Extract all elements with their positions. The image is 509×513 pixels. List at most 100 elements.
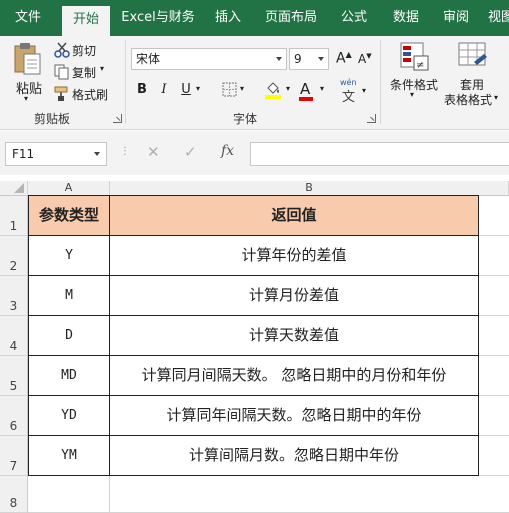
copy-button[interactable]: 复制 ▾	[52, 62, 112, 82]
borders-button[interactable]: ▾	[220, 82, 248, 100]
tab-file[interactable]: 文件	[4, 0, 52, 36]
table-cell-code[interactable]: D	[28, 316, 110, 356]
font-name-value: 宋体	[136, 52, 161, 66]
format-painter-button[interactable]: 格式刷	[52, 84, 112, 104]
fill-bucket-icon	[265, 82, 281, 99]
row-header-1[interactable]: 1	[0, 196, 28, 236]
shrink-font-button[interactable]: A▼	[358, 52, 372, 66]
chevron-down-icon: ▾	[410, 90, 415, 99]
paste-label: 粘贴	[16, 82, 43, 97]
clipboard-dialog-launcher-icon[interactable]	[113, 114, 122, 123]
conditional-format-button[interactable]: ≠ 条件格式 ▾	[386, 40, 444, 106]
table-cell-code[interactable]: YM	[28, 436, 110, 476]
font-color-swatch	[299, 97, 313, 101]
enter-icon[interactable]: ✓	[184, 143, 197, 161]
font-color-button[interactable]: A ▾	[298, 80, 328, 102]
name-box[interactable]: F11	[5, 142, 107, 166]
font-dialog-launcher-icon[interactable]	[367, 114, 376, 123]
underline-button[interactable]: U	[178, 80, 194, 100]
cell-empty[interactable]	[110, 476, 509, 513]
select-all-corner[interactable]	[0, 181, 28, 196]
select-all-icon	[14, 183, 24, 193]
font-size-dropdown[interactable]: 9	[289, 48, 329, 70]
tab-home[interactable]: 开始	[62, 6, 110, 36]
row-header-5[interactable]: 5	[0, 356, 28, 396]
cell-empty[interactable]	[479, 316, 509, 356]
font-size-value: 9	[294, 52, 302, 66]
chevron-down-icon: ▾	[362, 86, 367, 95]
column-header-b[interactable]: B	[110, 181, 509, 196]
italic-button[interactable]: I	[156, 80, 172, 100]
column-header-a[interactable]: A	[28, 181, 110, 196]
tab-review[interactable]: 审阅	[434, 0, 478, 36]
pinyin-char-icon: 文	[342, 90, 356, 105]
chevron-down-icon	[276, 57, 282, 61]
font-name-dropdown[interactable]: 宋体	[131, 48, 287, 70]
cell-empty[interactable]	[28, 476, 110, 513]
cell-empty[interactable]	[479, 276, 509, 316]
conditional-format-icon: ≠	[400, 42, 429, 71]
group-separator	[125, 40, 126, 124]
table-cell-desc[interactable]: 计算间隔月数。忽略日期中年份	[110, 436, 479, 476]
table-cell-code[interactable]: MD	[28, 356, 110, 396]
table-cell-desc[interactable]: 计算同月间隔天数。 忽略日期中的月份和年份	[110, 356, 479, 396]
tab-page-layout[interactable]: 页面布局	[258, 0, 324, 36]
tab-formulas[interactable]: 公式	[332, 0, 376, 36]
table-header-param-type[interactable]: 参数类型	[28, 195, 110, 236]
fill-color-button[interactable]: ▾	[264, 80, 294, 102]
chevron-down-icon: ▾	[286, 84, 291, 93]
formula-bar: F11 ⋮ ✕ ✓ fx	[0, 131, 509, 175]
format-painter-label: 格式刷	[72, 88, 109, 102]
paste-icon	[14, 43, 41, 75]
row-header-6[interactable]: 6	[0, 396, 28, 436]
chevron-down-icon	[94, 152, 100, 156]
borders-icon	[222, 82, 237, 97]
ribbon-home: 粘贴 ▾ 剪切 复制 ▾ 格式刷 剪贴板 宋体 9 A▲ A▼ B I U ▾ …	[0, 36, 509, 130]
tab-excel-finance[interactable]: Excel与财务	[116, 0, 200, 36]
cut-button[interactable]: 剪切	[52, 40, 108, 60]
grow-font-icon: A	[336, 50, 346, 67]
chevron-down-icon	[318, 57, 324, 61]
copy-label: 复制	[72, 66, 97, 80]
cell-empty[interactable]	[479, 236, 509, 276]
cancel-icon[interactable]: ✕	[147, 143, 160, 161]
tab-data[interactable]: 数据	[384, 0, 428, 36]
name-box-value: F11	[12, 147, 35, 161]
row-header-3[interactable]: 3	[0, 276, 28, 316]
table-cell-desc[interactable]: 计算月份差值	[110, 276, 479, 316]
bold-button[interactable]: B	[134, 80, 150, 100]
table-cell-code[interactable]: YD	[28, 396, 110, 436]
chevron-down-icon: ▾	[24, 94, 29, 103]
table-format-icon	[458, 42, 487, 66]
cut-label: 剪切	[72, 44, 97, 58]
row-header-7[interactable]: 7	[0, 436, 28, 476]
cell-empty[interactable]	[479, 196, 509, 236]
table-cell-code[interactable]: Y	[28, 236, 110, 276]
paste-button[interactable]: 粘贴 ▾	[8, 40, 48, 104]
table-header-return-value[interactable]: 返回值	[110, 195, 479, 236]
row-header-8[interactable]: 8	[0, 476, 28, 513]
cell-empty[interactable]	[479, 396, 509, 436]
table-cell-code[interactable]: M	[28, 276, 110, 316]
format-as-table-button[interactable]: 套用 表格格式 ▾	[444, 40, 504, 107]
tab-view[interactable]: 视图	[486, 0, 509, 36]
formula-input[interactable]	[250, 142, 509, 166]
chevron-down-icon: ▾	[240, 84, 245, 93]
cell-empty[interactable]	[479, 436, 509, 476]
table-cell-desc[interactable]: 计算天数差值	[110, 316, 479, 356]
grow-font-button[interactable]: A▲	[336, 50, 352, 67]
pinyin-button[interactable]: wén 文 ▾	[340, 78, 372, 105]
row-header-2[interactable]: 2	[0, 236, 28, 276]
chevron-down-icon: ▾	[100, 64, 105, 73]
insert-function-button[interactable]: fx	[221, 143, 234, 159]
shrink-font-icon: A	[358, 52, 367, 66]
cell-empty[interactable]	[479, 356, 509, 396]
clipboard-group-label: 剪贴板	[34, 112, 71, 126]
ribbon-tab-bar: 文件 开始 Excel与财务 插入 页面布局 公式 数据 审阅 视图	[0, 0, 509, 36]
row-header-4[interactable]: 4	[0, 316, 28, 356]
table-cell-desc[interactable]: 计算同年间隔天数。忽略日期中的年份	[110, 396, 479, 436]
formula-bar-grip-icon: ⋮	[120, 146, 130, 157]
tab-insert[interactable]: 插入	[206, 0, 250, 36]
table-cell-desc[interactable]: 计算年份的差值	[110, 236, 479, 276]
chevron-down-icon: ▾	[494, 93, 499, 102]
